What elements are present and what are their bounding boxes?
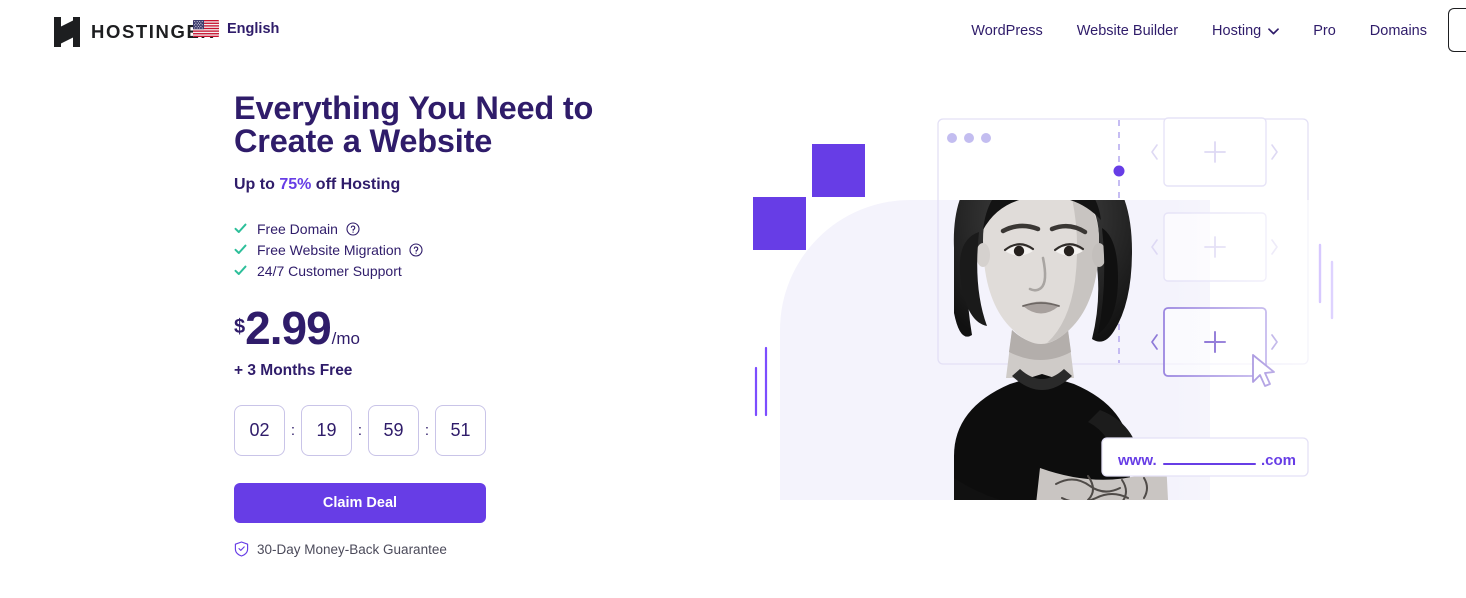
guarantee-label: 30-Day Money-Back Guarantee — [257, 541, 447, 557]
chevron-left-icon — [1151, 144, 1158, 160]
countdown-seconds: 51 — [435, 405, 486, 456]
vertical-bar-decoration-left — [754, 346, 768, 417]
nav-label: Website Builder — [1076, 23, 1179, 39]
nav-label: Hosting — [1212, 23, 1262, 39]
shield-check-icon — [234, 541, 249, 557]
countdown-days: 02 — [234, 405, 285, 456]
feature-label: Free Domain — [257, 220, 338, 237]
offscreen-button-edge[interactable] — [1448, 8, 1466, 52]
check-icon — [234, 222, 257, 235]
nav-label: Domains — [1369, 23, 1427, 39]
subhead-prefix: Up to — [234, 176, 280, 193]
brand-logo[interactable]: HOSTINGER — [54, 17, 215, 47]
chevron-right-icon — [1271, 144, 1278, 160]
nav-item-domains[interactable]: Domains — [1353, 23, 1444, 39]
guide-node-dot — [1113, 165, 1125, 177]
discount-percent: 75% — [279, 176, 312, 193]
countdown-separator: : — [424, 422, 430, 439]
nav-label: Pro — [1313, 23, 1336, 39]
countdown-minutes: 59 — [368, 405, 419, 456]
question-circle-icon[interactable] — [338, 221, 360, 236]
domain-input-bar: www. .com — [1101, 437, 1309, 477]
feature-list: Free Domain Free Website Migration 24/7 … — [234, 218, 754, 281]
price-block: $ 2.99 /mo — [234, 305, 754, 351]
site-header: HOSTINGER English WordPress Website Buil… — [0, 0, 1466, 62]
price-amount: 2.99 — [245, 302, 332, 354]
builder-block-2 — [1151, 212, 1278, 282]
language-selector[interactable]: English — [193, 20, 279, 37]
feature-label: Free Website Migration — [257, 241, 402, 258]
check-icon — [234, 243, 257, 256]
feature-item-free-domain: Free Domain — [234, 218, 754, 239]
domain-suffix-label: .com — [1261, 452, 1296, 469]
nav-label: WordPress — [971, 23, 1043, 39]
check-icon — [234, 264, 257, 277]
browser-dots — [947, 133, 991, 143]
countdown-separator: : — [357, 422, 363, 439]
chevron-right-icon — [1271, 334, 1278, 350]
hero-text-panel: Everything You Need to Create a Website … — [234, 92, 754, 557]
us-flag-icon — [193, 20, 219, 37]
domain-prefix-label: www. — [1117, 452, 1157, 469]
nav-item-wordpress[interactable]: WordPress — [954, 23, 1059, 39]
builder-block-1 — [1151, 117, 1278, 187]
hostinger-h-logo-icon — [54, 17, 80, 47]
question-circle-icon[interactable] — [401, 242, 424, 257]
hero-subhead: Up to 75% off Hosting — [234, 176, 754, 194]
chevron-down-icon — [1268, 27, 1280, 35]
price-currency: $ — [234, 316, 246, 338]
vertical-bar-decoration-right — [1318, 243, 1334, 320]
countdown-timer: 02 : 19 : 59 : 51 — [234, 405, 754, 456]
feature-item-free-website-migration: Free Website Migration — [234, 239, 754, 260]
nav-item-pro[interactable]: Pro — [1296, 23, 1353, 39]
subhead-suffix: off Hosting — [311, 176, 401, 193]
language-label: English — [227, 20, 280, 37]
bonus-months-label: + 3 Months Free — [234, 362, 353, 379]
money-back-guarantee: 30-Day Money-Back Guarantee — [234, 541, 754, 557]
nav-item-website-builder[interactable]: Website Builder — [1060, 23, 1195, 39]
countdown-separator: : — [290, 422, 296, 439]
claim-deal-button[interactable]: Claim Deal — [234, 483, 486, 523]
chevron-right-icon — [1271, 239, 1278, 255]
price-period: /mo — [331, 329, 360, 348]
hero-illustration: www. .com — [740, 80, 1360, 520]
feature-item-customer-support: 24/7 Customer Support — [234, 260, 754, 281]
page-title: Everything You Need to Create a Website — [234, 90, 594, 159]
main-nav: WordPress Website Builder Hosting Pro Do… — [954, 0, 1466, 62]
feature-label: 24/7 Customer Support — [257, 262, 402, 279]
countdown-hours: 19 — [301, 405, 352, 456]
nav-item-hosting[interactable]: Hosting — [1195, 23, 1296, 39]
